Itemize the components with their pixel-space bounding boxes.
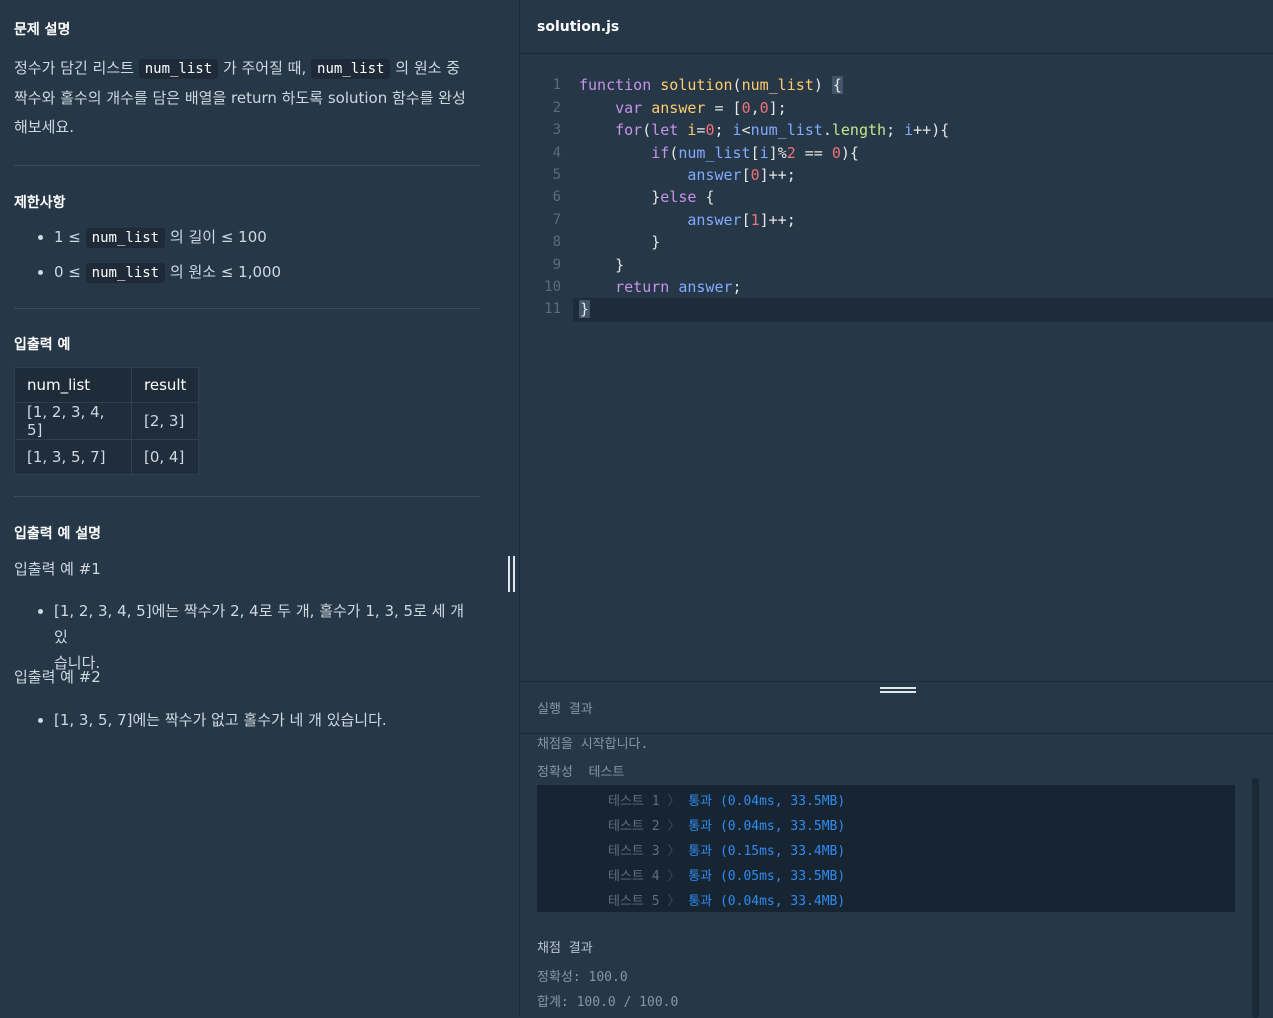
accuracy-test-label: 정확성 테스트 <box>537 765 625 780</box>
example-2-title: 입출력 예 #2 <box>14 668 101 686</box>
constraint-text: 의 원소 ≤ 1,000 <box>169 263 282 281</box>
code-line: if(num_list[i]%2 == 0){ <box>651 144 859 162</box>
table-cell: [2, 3] <box>130 402 200 440</box>
test-name: 테스트 4 <box>608 869 660 884</box>
editor-header: solution.js <box>521 0 1273 54</box>
result-scrollbar[interactable] <box>1252 778 1259 1018</box>
code-line: return answer; <box>615 278 742 296</box>
line-number: 2 <box>552 100 561 116</box>
table-cell: [1, 3, 5, 7] <box>14 439 132 475</box>
test-result-row: 테스트 3 〉 통과 (0.15ms, 33.4MB) <box>608 840 845 859</box>
line-number: 11 <box>544 301 561 317</box>
code-line: var answer = [0,0]; <box>615 99 787 117</box>
line-number: 4 <box>552 145 561 161</box>
result-title: 실행 결과 <box>537 702 593 717</box>
test-status: 통과 (0.04ms, 33.4MB) <box>688 894 846 909</box>
desc-text: 가 주어질 때, <box>222 59 307 77</box>
line-number: 5 <box>552 167 561 183</box>
test-result-row: 테스트 1 〉 통과 (0.04ms, 33.5MB) <box>608 790 845 809</box>
result-panel: 실행 결과 채점을 시작합니다. 정확성 테스트 테스트 1 〉 통과 (0.0… <box>521 681 1273 1018</box>
chevron-right-icon: 〉 <box>667 794 681 809</box>
io-example-title: 입출력 예 <box>14 337 71 353</box>
code-line: function solution(num_list) { <box>579 76 843 94</box>
example-1-title: 입출력 예 #1 <box>14 560 101 578</box>
chevron-right-icon: 〉 <box>667 869 681 884</box>
table-row: [1, 3, 5, 7] [0, 4] <box>14 439 200 475</box>
table-row: [1, 2, 3, 4, 5] [2, 3] <box>14 402 200 440</box>
list-item: 0 ≤ num_list 의 원소 ≤ 1,000 <box>54 259 281 286</box>
table-header: num_list <box>14 367 132 403</box>
problem-title: 문제 설명 <box>14 22 71 38</box>
code-line: } <box>615 256 625 274</box>
code-line: answer[0]++; <box>687 166 796 184</box>
chevron-right-icon: 〉 <box>667 819 681 834</box>
table-cell: [1, 2, 3, 4, 5] <box>14 402 132 440</box>
test-name: 테스트 1 <box>608 794 660 809</box>
test-name: 테스트 3 <box>608 844 660 859</box>
file-tab[interactable]: solution.js <box>537 19 619 35</box>
test-name: 테스트 2 <box>608 819 660 834</box>
inline-code: num_list <box>138 59 219 79</box>
test-name: 테스트 5 <box>608 894 660 909</box>
desc-text: 정수가 담긴 리스트 <box>14 59 134 77</box>
test-results-box: 테스트 1 〉 통과 (0.04ms, 33.5MB) 테스트 2 〉 통과 (… <box>537 785 1235 912</box>
constraint-text: 의 길이 ≤ 100 <box>169 228 267 246</box>
accuracy-score: 정확성: 100.0 <box>537 970 628 985</box>
chevron-right-icon: 〉 <box>667 844 681 859</box>
desc-text: 짝수와 홀수의 개수를 담은 배열을 return 하도록 solution 함… <box>14 89 466 107</box>
line-number: 10 <box>544 279 561 295</box>
line-number: 9 <box>552 257 561 273</box>
table-header: result <box>130 367 200 403</box>
divider <box>14 496 480 497</box>
problem-panel: 문제 설명 정수가 담긴 리스트 num_list 가 주어질 때, num_l… <box>0 0 520 1017</box>
table-cell: [0, 4] <box>130 439 200 475</box>
chevron-right-icon: 〉 <box>667 894 681 909</box>
desc-text: 의 원소 중 <box>395 59 460 77</box>
code-editor[interactable]: 1 2 3 4 5 6 7 8 9 10 11 function solutio… <box>521 55 1273 680</box>
example-text: [1, 2, 3, 4, 5]에는 짝수가 2, 4로 두 개, 홀수가 1, … <box>54 602 465 646</box>
line-number: 3 <box>552 122 561 138</box>
inline-code: num_list <box>85 228 166 248</box>
test-status: 통과 (0.05ms, 33.5MB) <box>688 869 846 884</box>
divider <box>14 165 480 166</box>
constraints-list: 1 ≤ num_list 의 길이 ≤ 100 0 ≤ num_list 의 원… <box>14 224 281 286</box>
code-line: }else { <box>651 188 715 206</box>
desc-text: 해보세요. <box>14 118 74 136</box>
grading-start-message: 채점을 시작합니다. <box>537 737 649 752</box>
problem-description: 정수가 담긴 리스트 num_list 가 주어질 때, num_list 의 … <box>14 54 480 142</box>
test-result-row: 테스트 2 〉 통과 (0.04ms, 33.5MB) <box>608 815 845 834</box>
test-status: 통과 (0.04ms, 33.5MB) <box>688 819 846 834</box>
vertical-resize-handle[interactable] <box>507 556 517 592</box>
constraint-text: 0 ≤ <box>54 263 81 281</box>
list-item: [1, 3, 5, 7]에는 짝수가 없고 홀수가 네 개 있습니다. <box>54 707 387 733</box>
io-table: num_list result [1, 2, 3, 4, 5] [2, 3] [… <box>14 367 200 475</box>
code-line: for(let i=0; i<num_list.length; i++){ <box>615 121 950 139</box>
line-number: 6 <box>552 189 561 205</box>
result-header: 실행 결과 <box>521 682 1273 734</box>
line-number: 1 <box>552 77 561 93</box>
code-line: } <box>651 233 661 251</box>
constraints-title: 제한사항 <box>14 195 66 211</box>
io-explanation-title: 입출력 예 설명 <box>14 526 102 542</box>
test-result-row: 테스트 5 〉 통과 (0.04ms, 33.4MB) <box>608 890 845 909</box>
line-number: 8 <box>552 234 561 250</box>
inline-code: num_list <box>311 59 391 79</box>
total-score: 합계: 100.0 / 100.0 <box>537 995 679 1010</box>
divider <box>14 308 480 309</box>
test-status: 통과 (0.15ms, 33.4MB) <box>688 844 846 859</box>
example-2-list: [1, 3, 5, 7]에는 짝수가 없고 홀수가 네 개 있습니다. <box>14 707 387 733</box>
grading-result-title: 채점 결과 <box>537 941 593 956</box>
constraint-text: 1 ≤ <box>54 228 81 246</box>
table-header-row: num_list result <box>14 367 200 403</box>
inline-code: num_list <box>85 263 166 283</box>
test-status: 통과 (0.04ms, 33.5MB) <box>688 794 846 809</box>
active-line-highlight <box>573 298 1273 322</box>
list-item: 1 ≤ num_list 의 길이 ≤ 100 <box>54 224 281 251</box>
test-result-row: 테스트 4 〉 통과 (0.05ms, 33.5MB) <box>608 865 845 884</box>
line-number: 7 <box>552 212 561 228</box>
code-line: } <box>579 300 591 318</box>
code-line: answer[1]++; <box>687 211 796 229</box>
